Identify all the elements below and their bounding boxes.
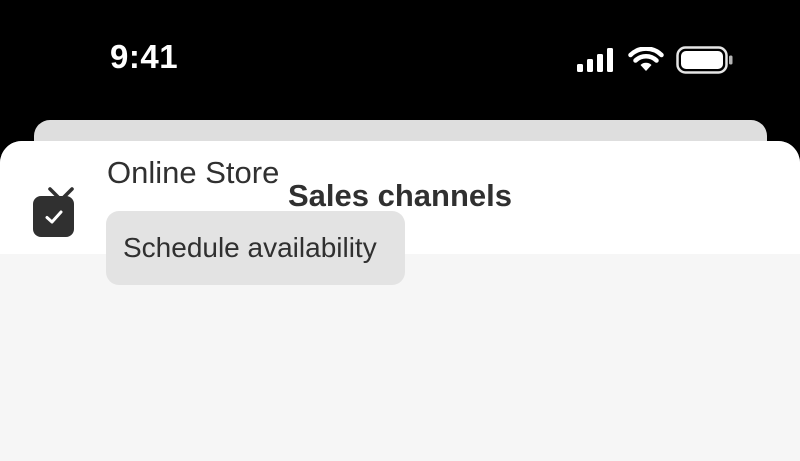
status-icons xyxy=(576,44,734,76)
status-bar: 9:41 xyxy=(0,0,800,120)
channel-label-online-store: Online Store xyxy=(107,155,280,190)
online-store-checkbox[interactable] xyxy=(33,196,74,237)
status-time: 9:41 xyxy=(110,38,179,75)
schedule-availability-button[interactable]: Schedule availability xyxy=(106,211,405,285)
wifi-icon xyxy=(628,47,664,73)
checkmark-icon xyxy=(44,209,64,225)
battery-icon xyxy=(676,46,734,74)
cellular-signal-icon xyxy=(576,48,616,72)
